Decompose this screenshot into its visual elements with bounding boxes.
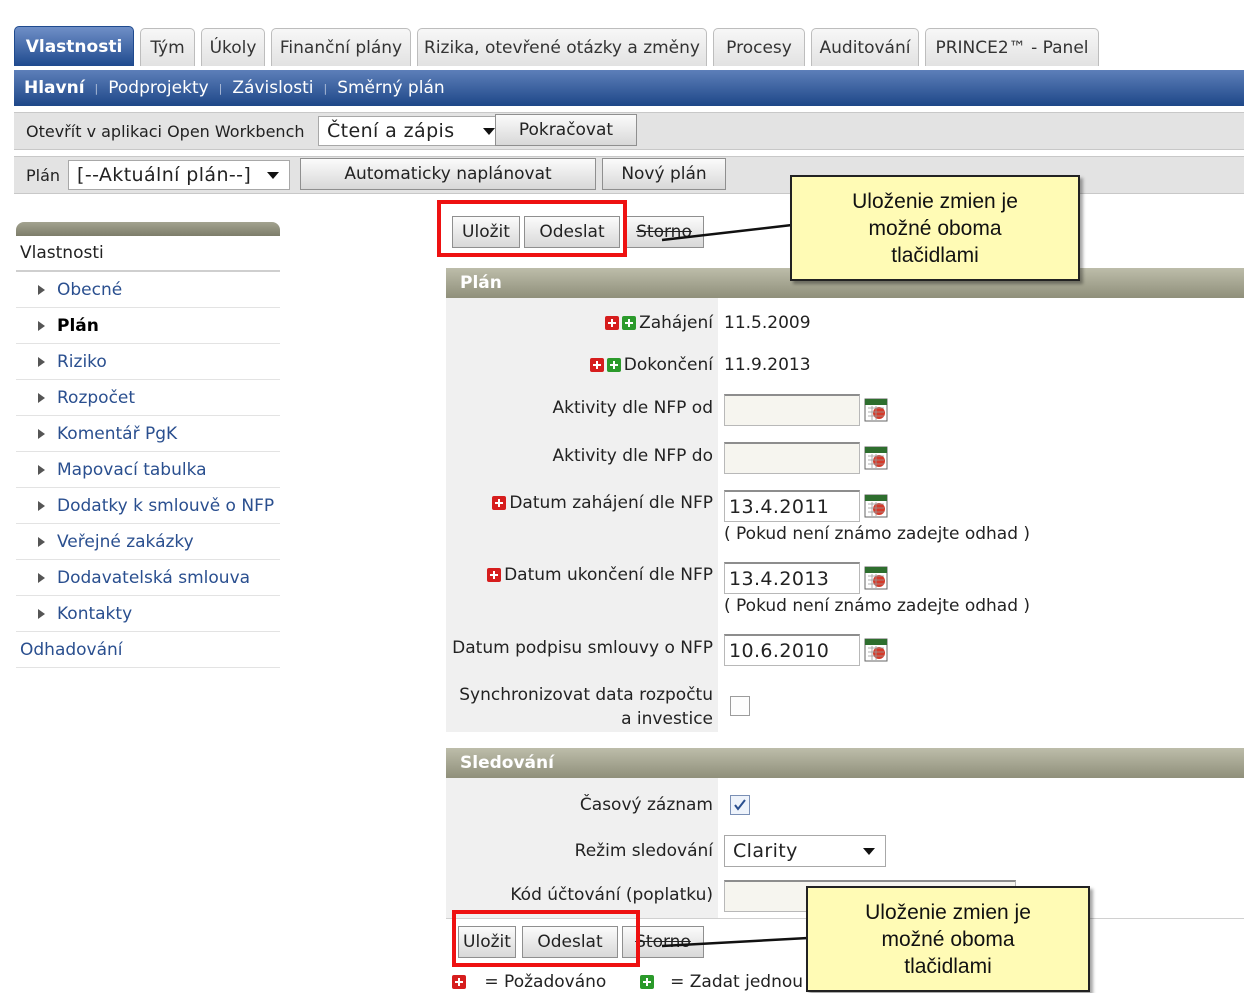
callout-line: Uloženie zmien je [865,900,1031,924]
callout-line: tlačidlami [904,954,992,978]
callout-line: možné oboma [868,216,1002,240]
callout-line: tlačidlami [891,243,979,267]
callout-line: možné oboma [881,927,1015,951]
annotation-callout-bottom: Uloženie zmien je možné oboma tlačidlami [806,886,1090,992]
callout-connector-lines [661,223,809,948]
annotation-callout-top: Uloženie zmien je možné oboma tlačidlami [790,175,1080,281]
callout-line: Uloženie zmien je [852,189,1018,213]
